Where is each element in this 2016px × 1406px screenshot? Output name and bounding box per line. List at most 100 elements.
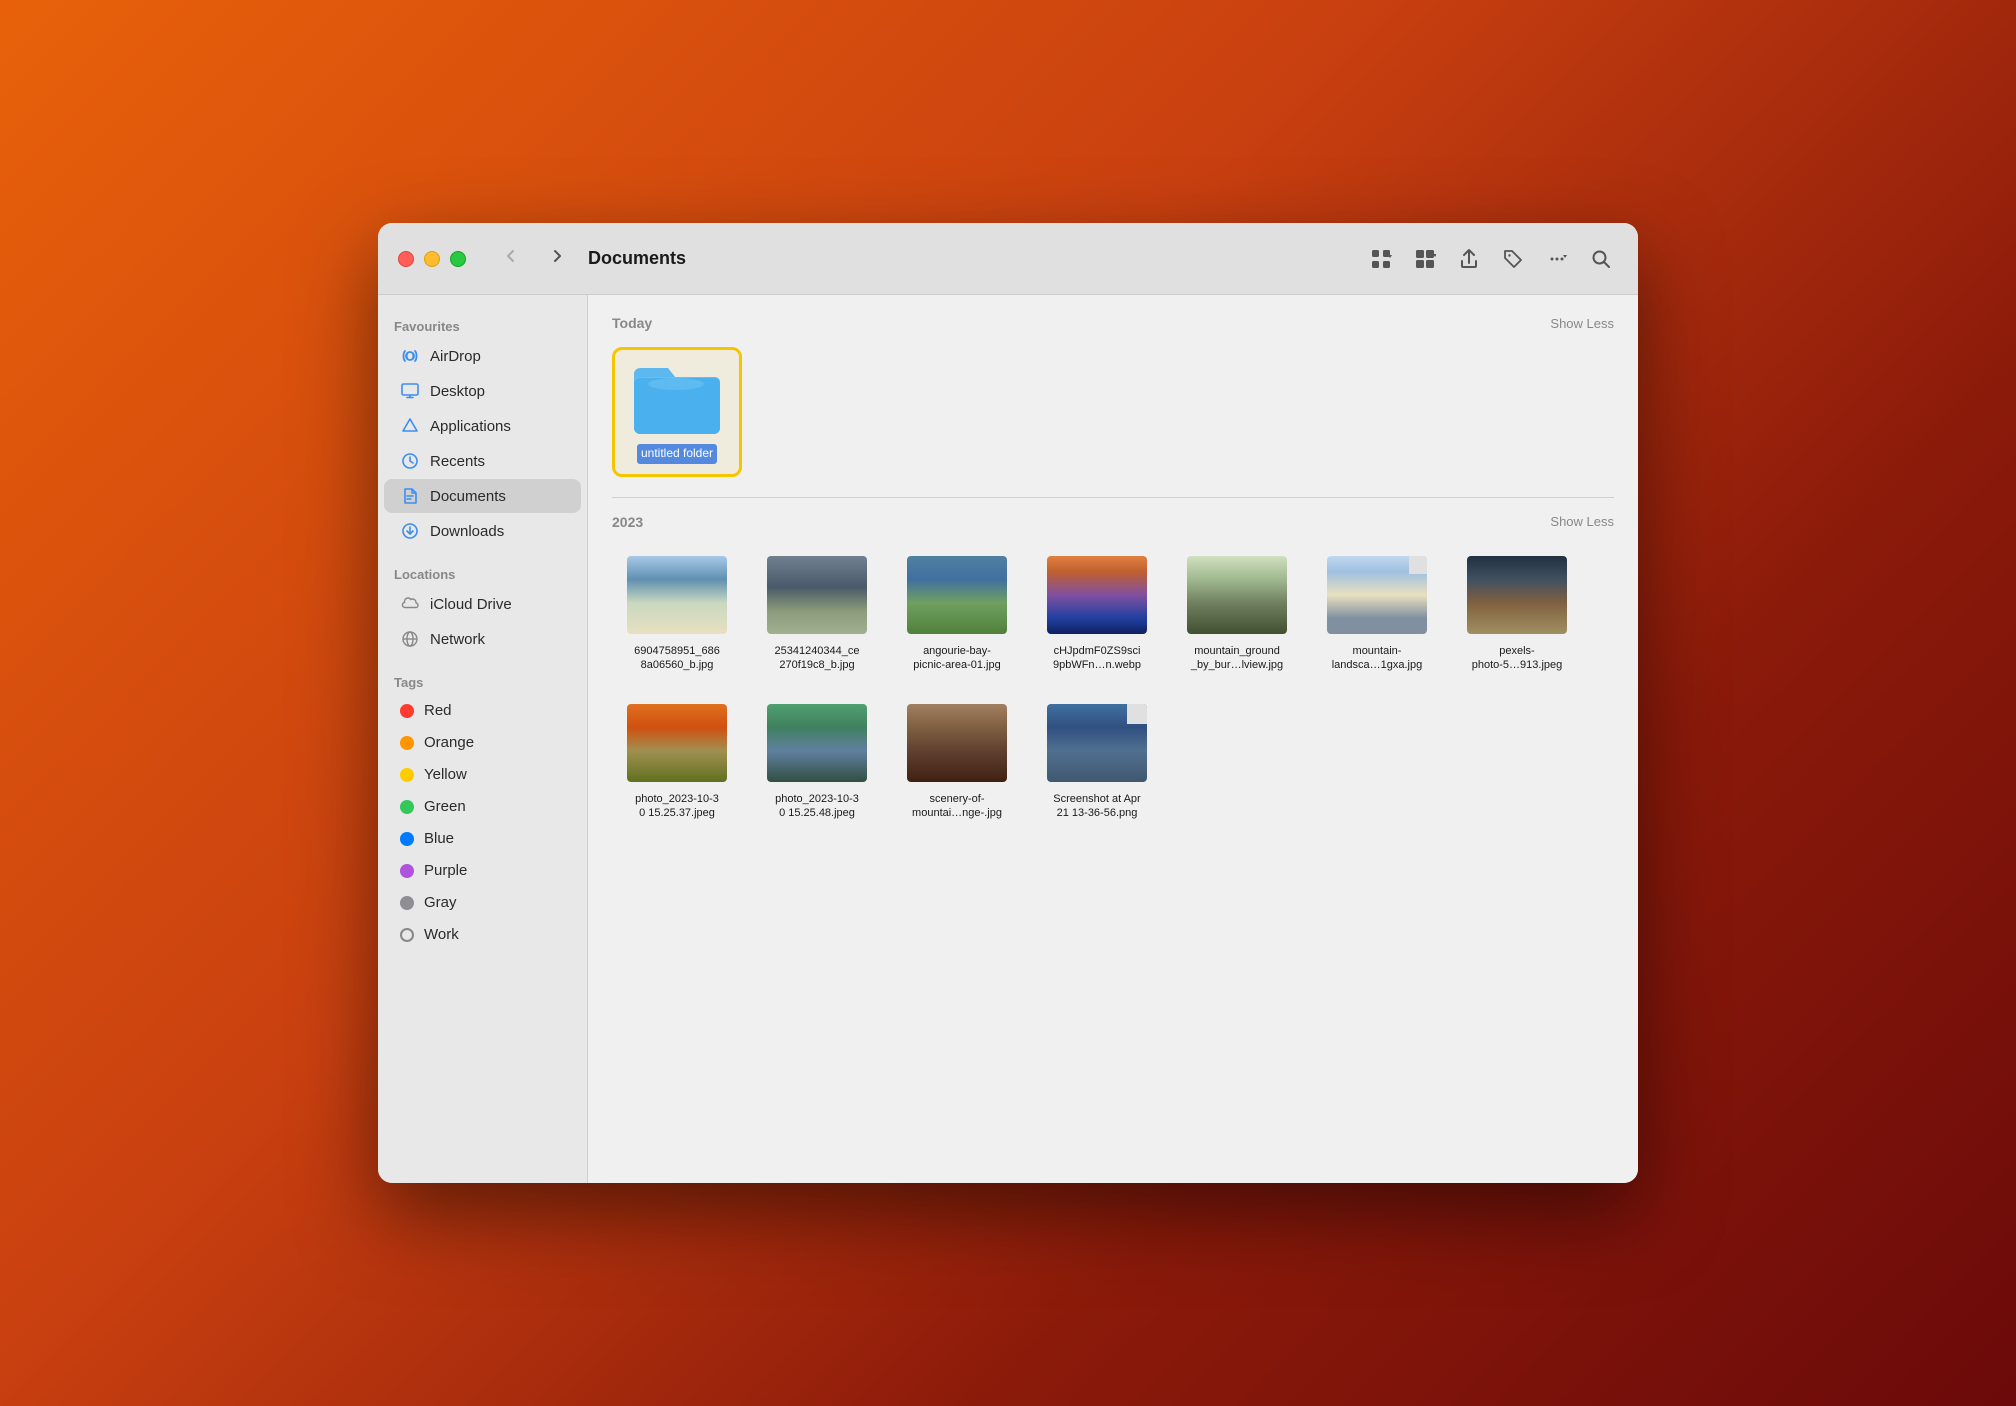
photo-name-11: Screenshot at Apr21 13-36-56.png (1049, 790, 1144, 823)
orange-dot (400, 736, 414, 750)
sidebar-item-recents[interactable]: Recents (384, 444, 581, 478)
main-area: Favourites AirDrop (378, 295, 1638, 1183)
photo-name-6: mountain-landsca…1gxa.jpg (1328, 642, 1427, 675)
sidebar-item-tag-gray[interactable]: Gray (384, 887, 581, 918)
photo-thumb-1 (627, 556, 727, 634)
photo-item-5[interactable]: mountain_ground_by_bur…lview.jpg (1172, 546, 1302, 685)
locations-label: Locations (378, 559, 587, 586)
list-view-button[interactable] (1408, 242, 1442, 276)
photo-item-7[interactable]: pexels-photo-5…913.jpeg (1452, 546, 1582, 685)
recents-label: Recents (430, 453, 485, 470)
today-section-header: Today Show Less (612, 315, 1614, 331)
photo-thumb-7 (1467, 556, 1567, 634)
sidebar-item-documents[interactable]: Documents (384, 479, 581, 513)
desktop-icon (400, 381, 420, 401)
gray-dot (400, 896, 414, 910)
yellow-dot (400, 768, 414, 782)
orange-label: Orange (424, 734, 474, 751)
sidebar-item-tag-blue[interactable]: Blue (384, 823, 581, 854)
sidebar-item-tag-green[interactable]: Green (384, 791, 581, 822)
sidebar-item-tag-work[interactable]: Work (384, 919, 581, 950)
photo-item-4[interactable]: cHJpdmF0ZS9sci9pbWFn…n.webp (1032, 546, 1162, 685)
photo-item-6[interactable]: mountain-landsca…1gxa.jpg (1312, 546, 1442, 685)
downloads-label: Downloads (430, 523, 504, 540)
photo-thumb-2 (767, 556, 867, 634)
today-file-grid: untitled folder (612, 347, 1614, 477)
search-button[interactable] (1584, 242, 1618, 276)
icon-view-button[interactable] (1364, 242, 1398, 276)
year-file-grid: 6904758951_6868a06560_b.jpg 25341240344_… (612, 546, 1614, 833)
traffic-lights (398, 251, 466, 267)
downloads-icon (400, 521, 420, 541)
blue-label: Blue (424, 830, 454, 847)
photo-item-8[interactable]: photo_2023-10-30 15.25.37.jpeg (612, 694, 742, 833)
yellow-label: Yellow (424, 766, 467, 783)
photo-name-5: mountain_ground_by_bur…lview.jpg (1187, 642, 1287, 675)
sidebar-item-tag-purple[interactable]: Purple (384, 855, 581, 886)
sidebar-item-applications[interactable]: Applications (384, 409, 581, 443)
photo-thumb-9 (767, 704, 867, 782)
toolbar-actions (1364, 242, 1618, 276)
gray-label: Gray (424, 894, 457, 911)
share-button[interactable] (1452, 242, 1486, 276)
desktop-label: Desktop (430, 383, 485, 400)
purple-dot (400, 864, 414, 878)
applications-icon (400, 416, 420, 436)
back-button[interactable] (496, 243, 526, 275)
sidebar-item-tag-yellow[interactable]: Yellow (384, 759, 581, 790)
content-area: Today Show Less untitled folder (588, 295, 1638, 1183)
more-button[interactable] (1540, 242, 1574, 276)
folder-icon (632, 360, 722, 436)
sidebar-item-icloud[interactable]: iCloud Drive (384, 587, 581, 621)
photo-name-10: scenery-of-mountai…nge-.jpg (908, 790, 1006, 823)
red-label: Red (424, 702, 452, 719)
titlebar-center: Documents (486, 243, 1364, 275)
green-dot (400, 800, 414, 814)
sidebar-item-downloads[interactable]: Downloads (384, 514, 581, 548)
maximize-button[interactable] (450, 251, 466, 267)
photo-name-1: 6904758951_6868a06560_b.jpg (630, 642, 724, 675)
untitled-folder-item[interactable]: untitled folder (612, 347, 742, 477)
photo-thumb-8 (627, 704, 727, 782)
forward-button[interactable] (542, 243, 572, 275)
untitled-folder-name: untitled folder (637, 444, 717, 464)
airdrop-icon (400, 346, 420, 366)
photo-thumb-3 (907, 556, 1007, 634)
documents-label: Documents (430, 488, 506, 505)
close-button[interactable] (398, 251, 414, 267)
sidebar-item-tag-orange[interactable]: Orange (384, 727, 581, 758)
photo-item-10[interactable]: scenery-of-mountai…nge-.jpg (892, 694, 1022, 833)
show-less-year-button[interactable]: Show Less (1550, 514, 1614, 529)
show-less-today-button[interactable]: Show Less (1550, 316, 1614, 331)
sidebar: Favourites AirDrop (378, 295, 588, 1183)
photo-item-1[interactable]: 6904758951_6868a06560_b.jpg (612, 546, 742, 685)
applications-label: Applications (430, 418, 511, 435)
airdrop-label: AirDrop (430, 348, 481, 365)
photo-name-8: photo_2023-10-30 15.25.37.jpeg (631, 790, 723, 823)
recents-icon (400, 451, 420, 471)
tags-label: Tags (378, 667, 587, 694)
photo-thumb-5 (1187, 556, 1287, 634)
photo-item-9[interactable]: photo_2023-10-30 15.25.48.jpeg (752, 694, 882, 833)
photo-name-3: angourie-bay-picnic-area-01.jpg (909, 642, 1004, 675)
photo-item-3[interactable]: angourie-bay-picnic-area-01.jpg (892, 546, 1022, 685)
year-label: 2023 (612, 514, 643, 530)
minimize-button[interactable] (424, 251, 440, 267)
photo-thumb-4 (1047, 556, 1147, 634)
sidebar-item-airdrop[interactable]: AirDrop (384, 339, 581, 373)
sidebar-item-tag-red[interactable]: Red (384, 695, 581, 726)
sidebar-item-network[interactable]: Network (384, 622, 581, 656)
work-label: Work (424, 926, 459, 943)
icloud-label: iCloud Drive (430, 596, 512, 613)
red-dot (400, 704, 414, 718)
photo-item-11[interactable]: Screenshot at Apr21 13-36-56.png (1032, 694, 1162, 833)
network-label: Network (430, 631, 485, 648)
tag-button[interactable] (1496, 242, 1530, 276)
sidebar-item-desktop[interactable]: Desktop (384, 374, 581, 408)
photo-name-7: pexels-photo-5…913.jpeg (1468, 642, 1567, 675)
titlebar: Documents (378, 223, 1638, 295)
photo-thumb-10 (907, 704, 1007, 782)
photo-thumb-11 (1047, 704, 1147, 782)
photo-name-4: cHJpdmF0ZS9sci9pbWFn…n.webp (1049, 642, 1145, 675)
photo-item-2[interactable]: 25341240344_ce270f19c8_b.jpg (752, 546, 882, 685)
